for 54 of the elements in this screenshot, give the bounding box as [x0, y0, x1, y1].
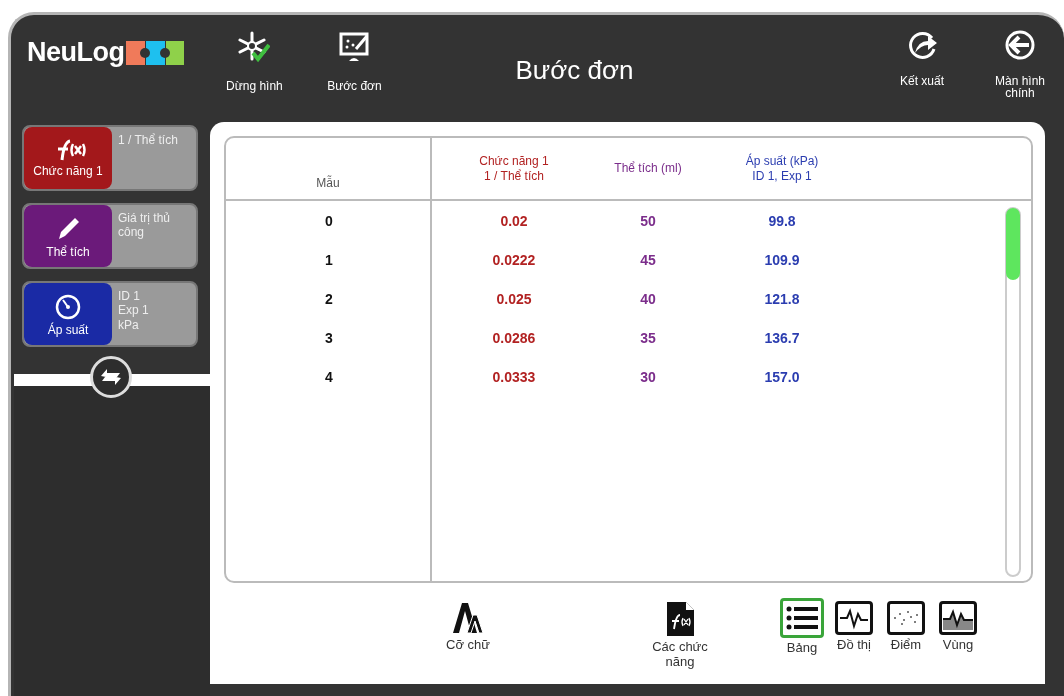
monitor-pencil-icon [338, 31, 371, 63]
table-cell-text: 121.8 [763, 290, 801, 307]
table-cell-text: 35 [639, 329, 657, 346]
table-cell-text: 0.025 [495, 290, 533, 307]
font-size-icon [451, 601, 485, 635]
view-tab[interactable]: Vùng [934, 601, 982, 655]
export-button[interactable]: Kết xuất [878, 29, 966, 99]
table-cell-text: 99.8 [767, 212, 797, 229]
module-info: Giá trị thủ công [117, 210, 171, 242]
functions-button[interactable]: Các chức năng [640, 601, 720, 669]
module-card[interactable]: Chức năng 1 1 / Thể tích [22, 125, 198, 191]
home-button[interactable]: Màn hình chính [976, 29, 1064, 99]
view-tab[interactable]: Bảng [778, 601, 826, 655]
table-cell-text: 109.9 [763, 251, 801, 268]
table-cell-text: 0.02 [499, 212, 529, 229]
table-cell-text: 0.0222 [491, 251, 537, 268]
column-header: Áp suất (kPa) ID 1, Exp 1 [744, 152, 820, 185]
table-cell-text: 50 [639, 212, 657, 229]
export-arrow-icon [906, 29, 938, 61]
module-card[interactable]: Áp suất ID 1 Exp 1 kPa [22, 281, 198, 347]
table-cell-text: 30 [639, 368, 657, 385]
screen-title: Bước đơn [515, 55, 635, 86]
table-cell-text: 40 [639, 290, 657, 307]
view-tab[interactable]: Điểm [882, 601, 930, 655]
table-cell-text: 157.0 [763, 368, 801, 385]
table-cell-text: 0.0333 [491, 368, 537, 385]
module-card[interactable]: Thể tích Giá trị thủ công [22, 203, 198, 269]
freeze-button[interactable]: Dừng hình [209, 31, 300, 93]
module-name: Thể tích [46, 245, 90, 259]
scrollbar[interactable] [1005, 207, 1021, 577]
module-name: Chức năng 1 [33, 164, 103, 178]
module-info: 1 / Thể tích [117, 132, 178, 149]
function-document-icon [665, 601, 695, 637]
table-cell-text: 4 [324, 368, 334, 385]
snowflake-check-icon [238, 31, 271, 63]
font-size-button[interactable]: Cỡ chữ [428, 601, 508, 652]
puzzle-logo-icon [124, 38, 185, 67]
table-cell-text: 0.0286 [491, 329, 537, 346]
table-cell-text: 45 [639, 251, 657, 268]
table-cell-text: 3 [324, 329, 334, 346]
scrollbar-thumb[interactable] [1006, 208, 1020, 280]
table-cell-text: 136.7 [763, 329, 801, 346]
module-info: ID 1 Exp 1 kPa [117, 288, 149, 334]
table-cell-text: 0 [324, 212, 334, 229]
view-tab[interactable]: Đồ thị [830, 601, 878, 655]
table-cell-text: 2 [324, 290, 334, 307]
column-header: Mẫu [226, 138, 432, 199]
logo-text: NeuLog [27, 37, 125, 68]
column-header: Thể tích (ml) [613, 160, 683, 177]
step-button[interactable]: Bước đơn [309, 31, 400, 93]
module-name: Áp suất [47, 323, 89, 337]
table-cell-text: 1 [324, 251, 334, 268]
column-header: Chức năng 1 1 / Thể tích [478, 152, 550, 185]
swap-button[interactable] [90, 356, 132, 398]
